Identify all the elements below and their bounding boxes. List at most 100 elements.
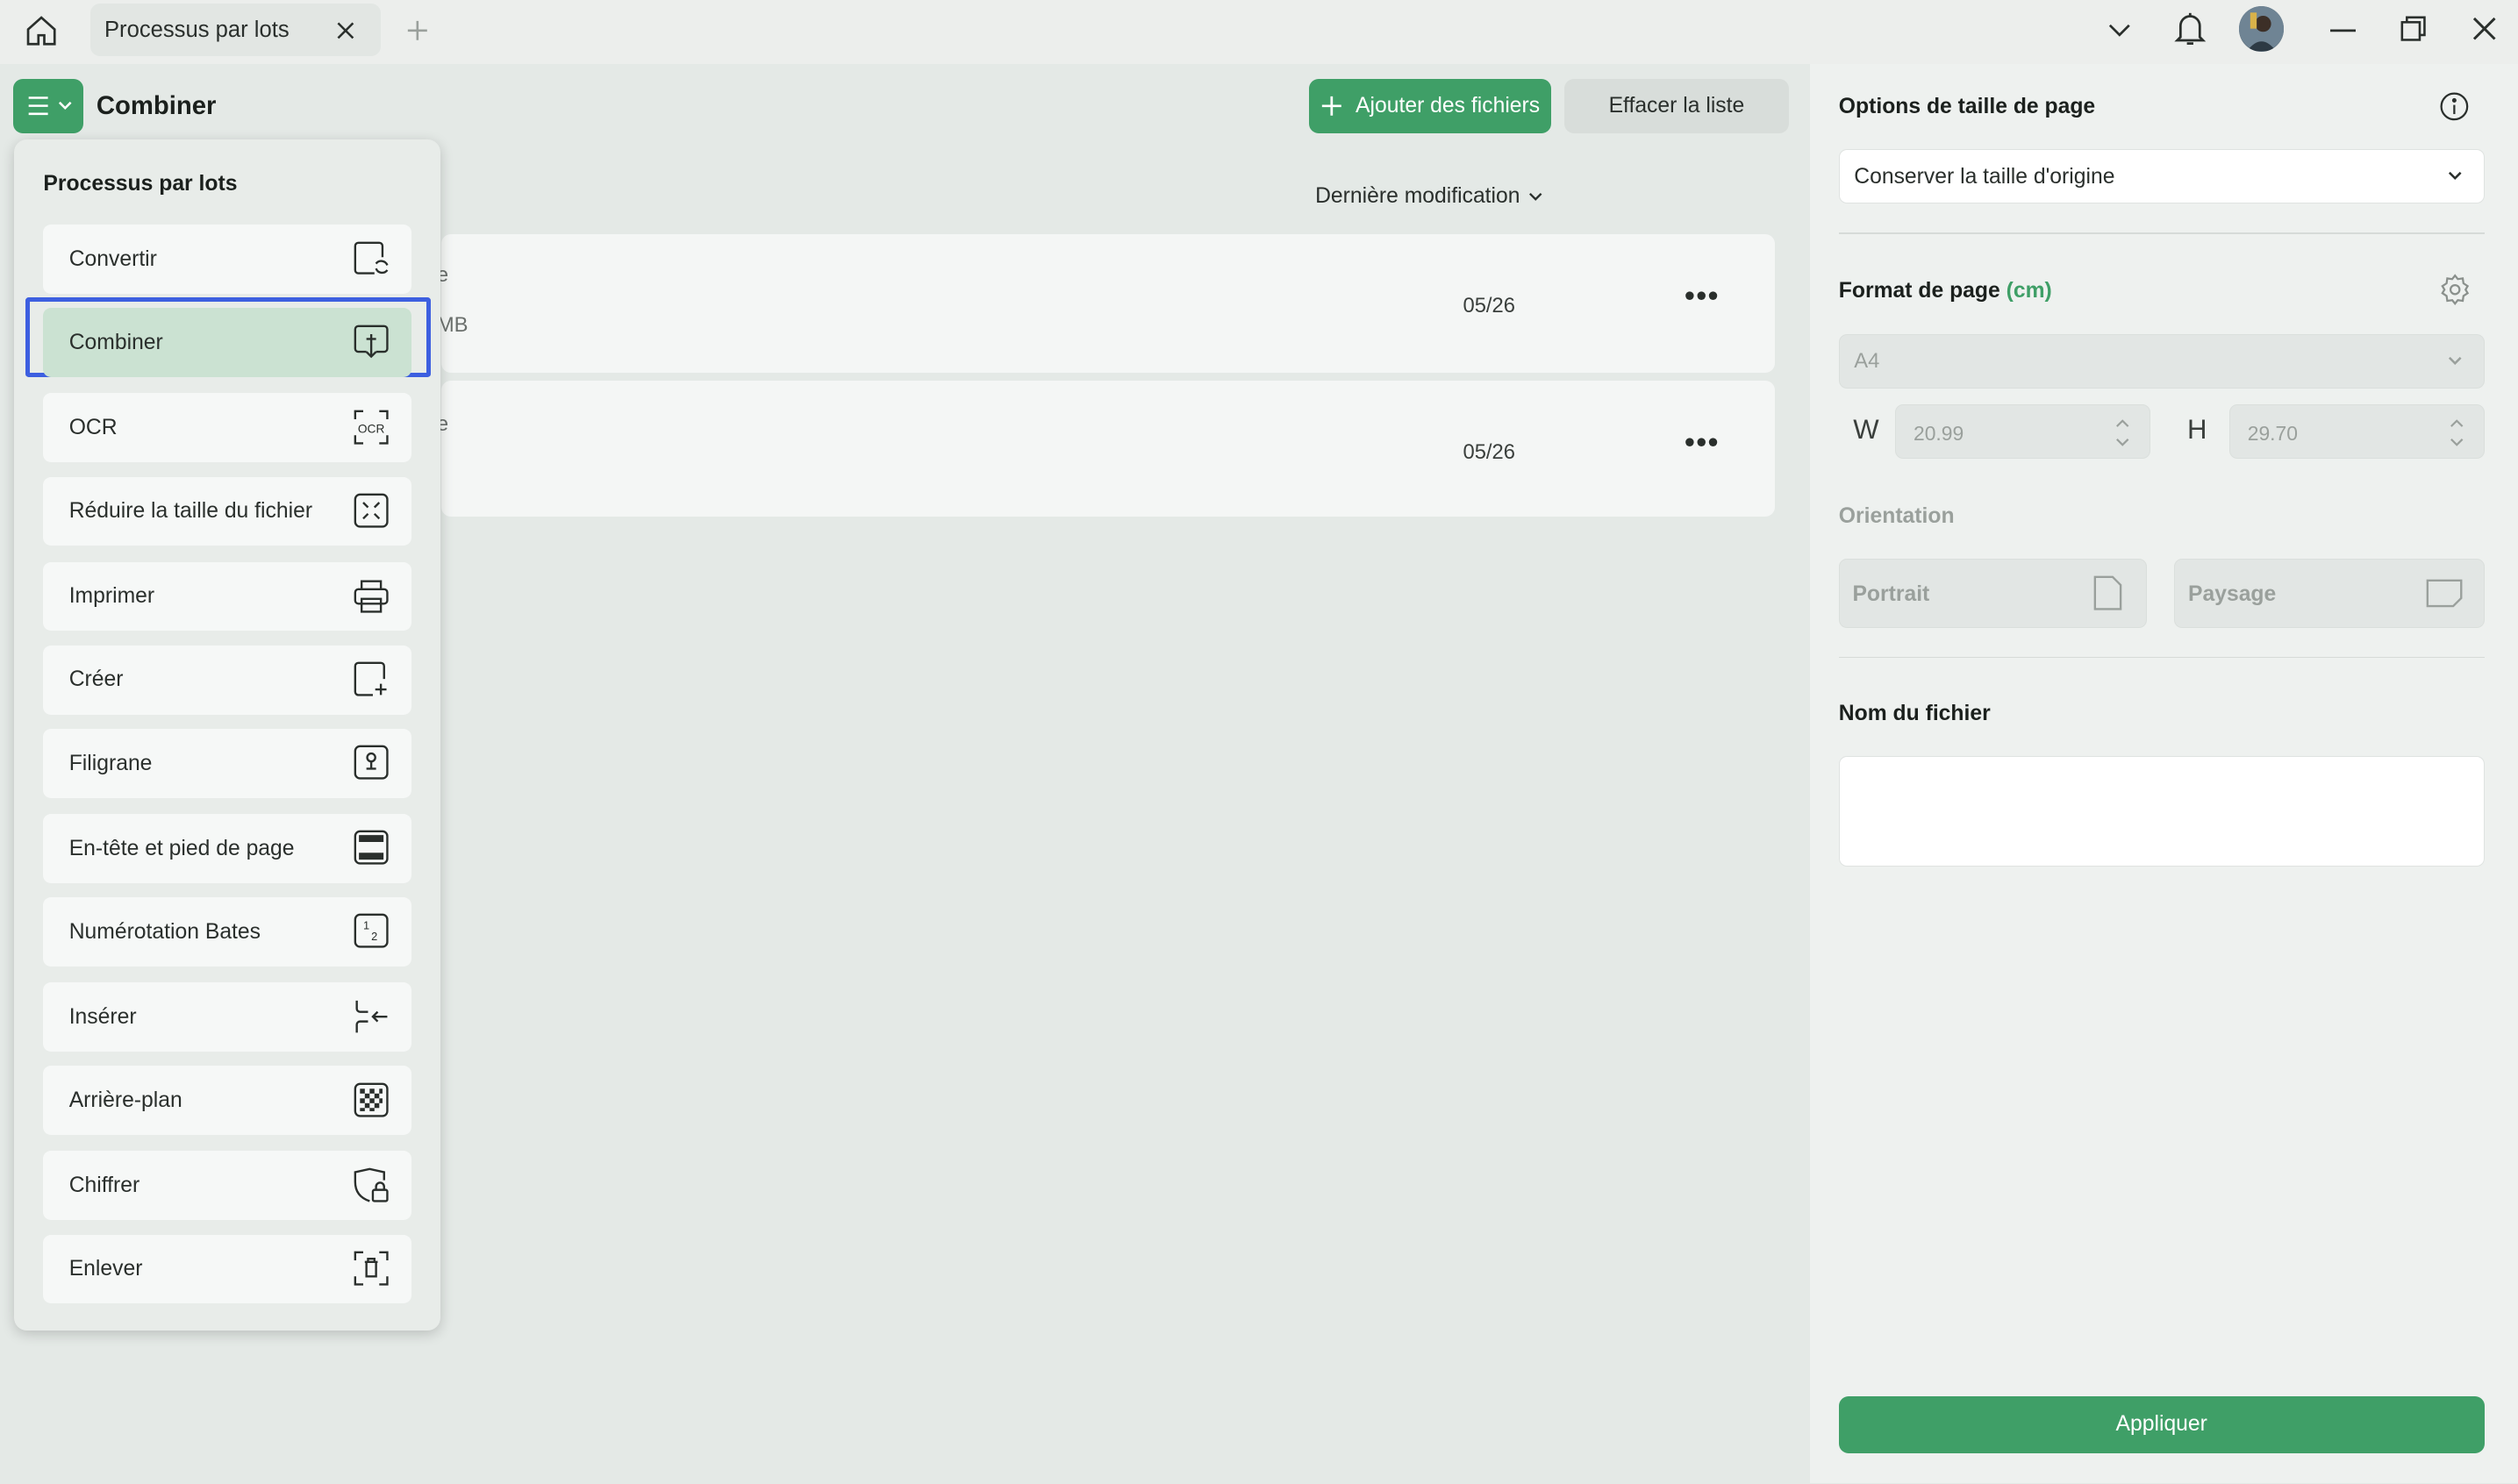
page-format-value: A4 [1854,349,1880,374]
menu-item-label: Filigrane [68,751,153,775]
plus-icon[interactable] [403,16,432,45]
chevron-down-icon [2449,171,2462,181]
landscape-page-icon [2426,579,2463,608]
menu-item-label: Enlever [68,1257,143,1281]
page-format-unit: (cm) [2006,279,2052,303]
menu-item-label: Numérotation Bates [68,919,261,944]
home-icon[interactable] [19,10,64,52]
remove-icon [354,1251,389,1286]
page-format-select[interactable]: A4 [1838,333,2485,389]
chevron-down-icon [2449,356,2462,365]
height-input[interactable]: 29.70 [2228,404,2485,460]
width-input[interactable]: 20.99 [1894,404,2150,460]
header-footer-icon [354,830,389,865]
clear-list-button[interactable]: Effacer la liste [1563,78,1790,133]
filename-input[interactable] [1838,756,2485,867]
menu-item-label: Créer [68,667,124,692]
tab-batch[interactable]: Processus par lots [89,3,381,57]
background-icon [354,1082,389,1117]
menu-item-10[interactable]: Insérer [43,982,411,1052]
page-format-label: Format de page [1838,279,2000,303]
menu-item-13[interactable]: Enlever [43,1234,411,1304]
add-files-label: Ajouter des fichiers [1356,93,1541,118]
menu-item-5[interactable]: Imprimer [43,561,411,631]
page-size-value: Conserver la taille d'origine [1854,164,2115,189]
height-label: H [2187,414,2207,446]
portrait-option[interactable]: Portrait [1838,558,2148,628]
chevron-down-icon [58,102,72,111]
chevron-down-icon [1528,192,1542,201]
restore-icon[interactable] [2398,13,2430,46]
watermark-icon [354,745,389,780]
file-size-fragment: MB [436,312,469,337]
menu-item-1[interactable]: Convertir [43,225,411,294]
menu-item-label: Convertir [68,246,157,271]
filename-title: Nom du fichier [1838,701,1991,725]
convert-icon [354,241,389,276]
chevron-down-icon[interactable] [2104,14,2136,46]
insert-icon [354,999,389,1034]
file-date: 05/26 [1463,439,1515,464]
info-icon[interactable] [2439,91,2470,122]
svg-text:2: 2 [371,931,377,944]
more-options-icon[interactable]: ••• [1685,279,1720,312]
combine-icon [354,325,389,360]
menu-item-label: OCR [68,416,118,440]
avatar[interactable] [2238,6,2284,52]
printer-icon [354,578,389,613]
menu-item-9[interactable]: Numérotation Bates 1 2 [43,897,411,967]
menu-item-6[interactable]: Créer [43,645,411,715]
close-icon[interactable] [331,16,360,45]
sort-dropdown[interactable]: Dernière modification [1315,184,1542,209]
menu-item-2[interactable]: Combiner [43,308,411,378]
bell-icon[interactable] [2173,10,2208,48]
encrypt-icon [354,1167,389,1202]
width-label: W [1853,414,1879,446]
ocr-icon: OCR [354,410,389,445]
minimize-icon[interactable] [2327,14,2359,46]
menu-item-label: Arrière-plan [68,1088,182,1112]
svg-text:1: 1 [363,919,369,932]
more-options-icon[interactable]: ••• [1685,425,1720,459]
menu-title: Processus par lots [43,171,238,196]
page-title: Combiner [96,91,217,121]
page-size-title: Options de taille de page [1838,94,2096,118]
height-value: 29.70 [2247,421,2298,445]
file-row[interactable]: e 05/26 ••• [437,380,1775,517]
plus-icon [1321,96,1341,116]
menu-item-label: Réduire la taille du fichier [68,499,313,524]
file-row[interactable]: e MB 05/26 ••• [437,234,1775,373]
gear-icon[interactable] [2438,273,2472,306]
close-window-icon[interactable] [2468,13,2500,46]
batch-menu-button[interactable] [12,78,84,133]
page-size-select[interactable]: Conserver la taille d'origine [1838,149,2485,204]
menu-item-7[interactable]: Filigrane [43,729,411,798]
landscape-option[interactable]: Paysage [2174,558,2485,628]
compress-icon [354,493,389,528]
menu-item-label: Chiffrer [68,1174,140,1198]
menu-item-label: Imprimer [68,584,155,609]
menu-item-3[interactable]: OCR OCR [43,393,411,463]
divider [1838,656,2485,659]
divider [1838,232,2485,235]
create-icon [354,661,389,696]
portrait-page-icon [2093,575,2122,610]
bates-icon: 12 [354,913,389,949]
add-files-button[interactable]: Ajouter des fichiers [1308,78,1552,133]
menu-item-12[interactable]: Chiffrer [43,1151,411,1221]
stepper-icon[interactable] [2450,418,2464,447]
apply-button[interactable]: Appliquer [1838,1396,2485,1453]
portrait-label: Portrait [1852,581,1930,606]
menu-item-11[interactable]: Arrière-plan [43,1066,411,1136]
orientation-title: Orientation [1838,503,1955,528]
menu-item-label: Combiner [68,331,163,355]
menu-item-label: En-tête et pied de page [68,836,295,860]
title-bar: Processus par lots [0,0,2518,65]
menu-item-4[interactable]: Réduire la taille du fichier [43,476,411,546]
menu-item-label: Insérer [68,1004,137,1029]
width-value: 20.99 [1913,421,1964,445]
stepper-icon[interactable] [2115,418,2129,447]
page-format-title: Format de page (cm) [1839,279,2052,303]
menu-item-8[interactable]: En-tête et pied de page [43,814,411,883]
file-date: 05/26 [1463,293,1515,317]
